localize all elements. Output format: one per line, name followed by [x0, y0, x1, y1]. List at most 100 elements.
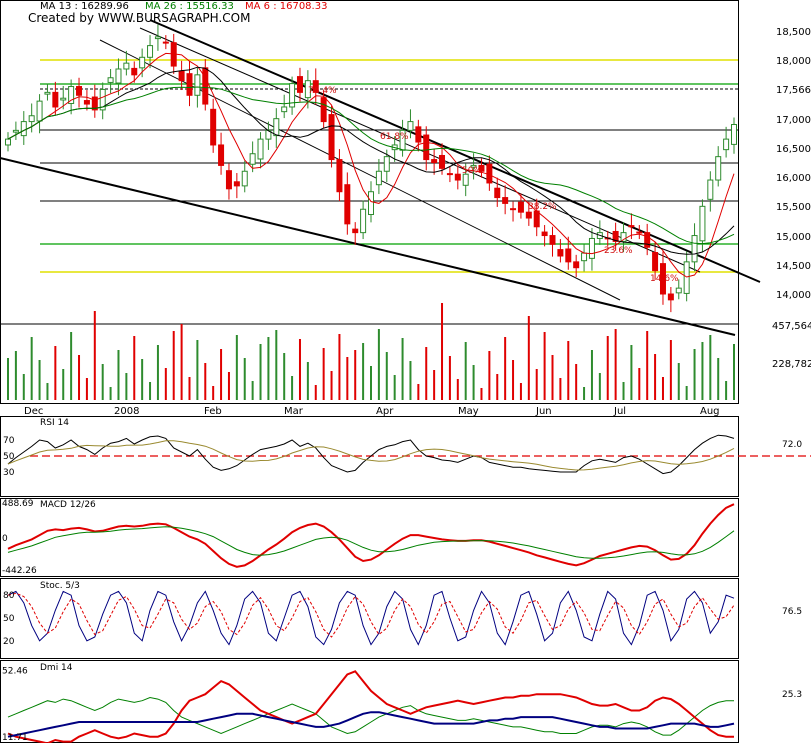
candle-body: [218, 144, 225, 166]
candle-body: [28, 115, 35, 123]
candle-body: [439, 154, 446, 169]
candle-body: [494, 187, 501, 199]
dmi-title: Dmi 14: [40, 663, 73, 673]
candle-body: [344, 184, 351, 225]
x-tick-label: Apr: [376, 406, 394, 417]
macd-tick-label: 0: [2, 534, 8, 544]
stoc-tick-label: 20: [3, 637, 15, 647]
text-layer: 18,500 18,000 17,566 17,000 16,500 16,000 15,5…: [2, 27, 811, 743]
candle-body: [486, 163, 493, 184]
candle-body: [383, 156, 390, 172]
candle-body: [83, 100, 90, 105]
candle-body: [320, 97, 327, 123]
rsi-tick-label: 50: [3, 452, 15, 462]
candle-body: [210, 108, 217, 146]
x-tick-label: May: [458, 406, 479, 417]
candle-body: [502, 197, 509, 204]
candle-body: [44, 91, 51, 95]
candle-body: [525, 211, 532, 219]
rsi-title: RSI 14: [40, 418, 69, 428]
grid-layer: [0, 59, 811, 457]
volume-tick-label: 457,564: [772, 321, 811, 332]
candle-body: [107, 77, 114, 83]
macd-tick-label: -442.26: [2, 566, 37, 576]
candle-body: [178, 70, 185, 82]
price-tick-label: 17,566: [776, 85, 811, 96]
candle-body: [549, 235, 556, 245]
candle-body: [588, 237, 595, 259]
candle-body: [715, 156, 722, 181]
candle-body: [115, 68, 122, 84]
candle-body: [257, 138, 264, 160]
macd-panel-frame: [0, 498, 739, 577]
candle-body: [52, 91, 59, 108]
candle-body: [368, 191, 374, 216]
candle-body: [20, 121, 27, 137]
stock-chart: MA 13 : 16289.96 MA 26 : 15516.33 MA 6 :…: [0, 0, 811, 743]
volume-tick-label: 228,782: [772, 359, 811, 370]
fib-label: 76.4%: [308, 86, 337, 96]
x-tick-label: 2008: [114, 406, 139, 417]
candle-body: [273, 118, 280, 137]
x-tick-label: Dec: [24, 406, 43, 417]
stoc-current: 76.5: [782, 607, 802, 617]
candle-body: [446, 173, 453, 176]
candle-body: [336, 159, 343, 193]
dmi-tick-label: 11.71: [2, 733, 28, 743]
candle-body: [683, 261, 690, 294]
candle-body: [123, 62, 130, 70]
candle-body: [139, 56, 146, 69]
candle-body: [202, 67, 209, 105]
candle-body: [147, 45, 154, 58]
candle-layer: [5, 24, 737, 313]
candle-body: [699, 205, 706, 242]
x-tick-label: Aug: [700, 406, 720, 417]
candle-body: [233, 181, 240, 187]
rsi-tick-label: 70: [3, 436, 15, 446]
candle-body: [407, 121, 414, 131]
fib-label: 38.2%: [528, 202, 557, 212]
candle-body: [154, 36, 161, 40]
candle-body: [723, 138, 730, 151]
price-tick-label: 17,000: [776, 115, 811, 126]
candle-body: [731, 124, 737, 145]
candle-body: [573, 261, 580, 269]
candle-body: [76, 86, 83, 96]
candle-body: [60, 97, 67, 101]
x-tick-label: Mar: [284, 406, 304, 417]
fib-label: 14.6%: [650, 274, 679, 284]
price-tick-label: 18,500: [776, 27, 811, 38]
candle-body: [375, 170, 382, 186]
stoc-d-line: [7, 592, 735, 638]
candle-body: [186, 73, 193, 96]
candle-body: [415, 126, 422, 143]
candle-body: [652, 252, 659, 272]
candle-body: [557, 249, 564, 257]
fib-label: 61.8%: [380, 132, 409, 142]
stoc-title: Stoc. 5/3: [40, 581, 80, 591]
macd-line: [7, 503, 735, 568]
price-tick-label: 15,000: [776, 232, 811, 243]
fib-label: 23.6%: [604, 246, 633, 256]
chart-canvas: MA 13 : 16289.96 MA 26 : 15516.33 MA 6 :…: [0, 0, 811, 743]
rsi-current: 72.0: [782, 440, 802, 450]
candle-body: [667, 293, 674, 301]
volume-layer: [7, 303, 735, 400]
candle-body: [249, 153, 256, 165]
candle-body: [454, 173, 461, 181]
candle-body: [423, 134, 430, 161]
macd-tick-label: 488.69: [2, 499, 34, 509]
price-tick-label: 16,000: [776, 173, 811, 184]
candle-body: [510, 208, 517, 211]
price-tick-label: 14,000: [776, 290, 811, 301]
candle-body: [431, 159, 438, 163]
candle-body: [360, 208, 367, 234]
x-tick-label: Jun: [535, 406, 552, 417]
x-tick-label: Jul: [613, 406, 626, 417]
macd-signal-line: [7, 526, 735, 559]
candle-body: [36, 100, 43, 122]
price-tick-label: 16,500: [776, 144, 811, 155]
adx-line: [7, 711, 735, 738]
candle-body: [328, 114, 335, 161]
dmi-current: 25.3: [782, 690, 802, 700]
